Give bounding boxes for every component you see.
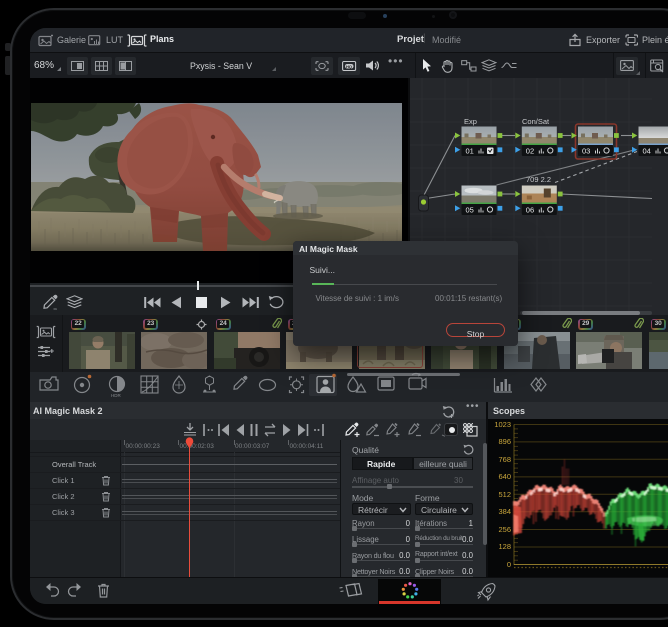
svg-text:06: 06 xyxy=(526,206,534,215)
svg-text:04: 04 xyxy=(643,147,651,156)
svg-text:03: 03 xyxy=(582,147,590,156)
svg-text:05: 05 xyxy=(466,206,474,215)
svg-text:Exp: Exp xyxy=(464,117,477,126)
svg-text:Con/Sat: Con/Sat xyxy=(522,117,550,126)
svg-text:01: 01 xyxy=(466,147,474,156)
svg-text:HDR: HDR xyxy=(111,393,121,398)
svg-text:02: 02 xyxy=(526,147,534,156)
svg-text:HQ: HQ xyxy=(346,64,352,69)
svg-text:709 2.2: 709 2.2 xyxy=(526,175,551,184)
